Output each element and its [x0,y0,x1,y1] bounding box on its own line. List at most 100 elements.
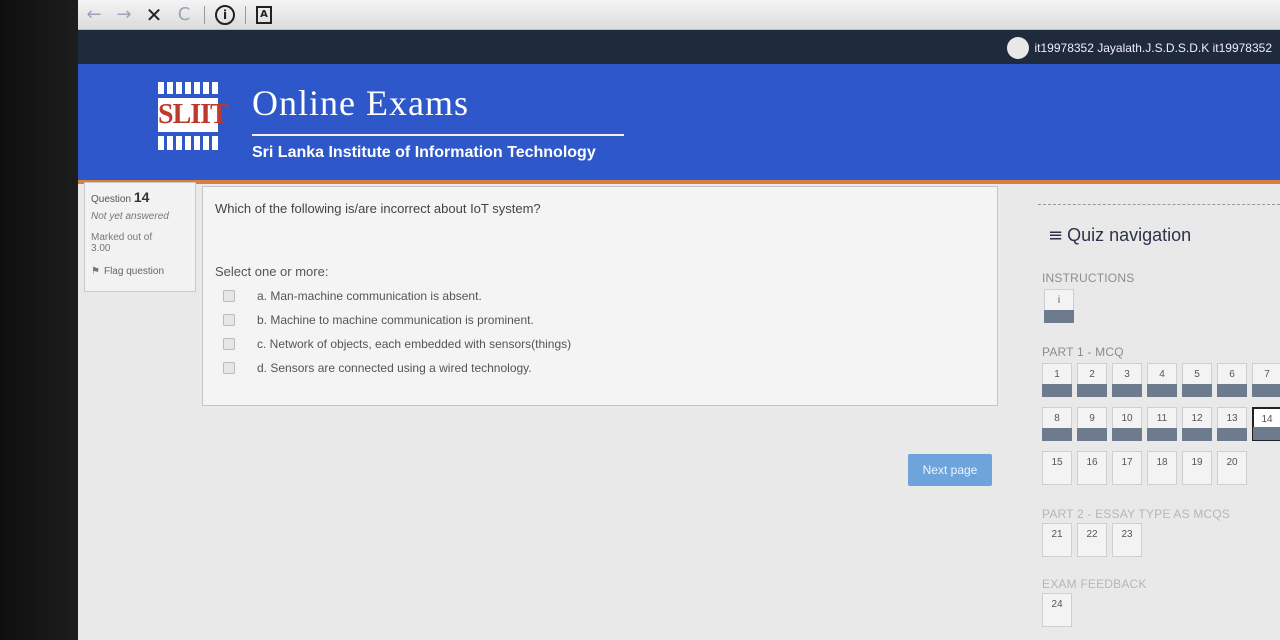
question-nav-number[interactable]: 18 [1156,457,1167,468]
question-nav-number[interactable]: 17 [1121,457,1132,468]
flag-question-link[interactable]: ⚑ Flag question [91,266,189,277]
question-nav-button-18[interactable]: 18 [1147,451,1177,485]
screen: ← → ✕ C i A it19978352 Jayalath.J.S.D.S.… [78,0,1280,640]
question-nav-button-4[interactable]: 4 [1147,363,1177,397]
question-nav-button-21[interactable]: 21 [1042,523,1072,557]
option-label[interactable]: d. Sensors are connected using a wired t… [257,361,532,375]
answer-status: Not yet answered [91,211,169,222]
next-page-button[interactable]: Next page [908,454,992,486]
button-bar [1112,384,1142,397]
instructions-button[interactable]: i [1044,289,1074,323]
button-bar [1182,384,1212,397]
option-checkbox[interactable] [223,290,235,302]
question-nav-number[interactable]: 2 [1089,369,1095,380]
question-nav-button-14[interactable]: 14 [1252,407,1280,441]
question-nav-number[interactable]: 19 [1191,457,1202,468]
question-nav-button-22[interactable]: 22 [1077,523,1107,557]
question-nav-number[interactable]: 11 [1157,413,1167,424]
browser-toolbar: ← → ✕ C i A [78,0,1280,30]
answer-option-a[interactable]: a. Man-machine communication is absent. [223,289,985,303]
question-label: Question [91,194,132,205]
instructions-button-label[interactable]: i [1058,295,1060,306]
question-nav-number[interactable]: 8 [1054,413,1060,424]
part2-label: PART 2 - ESSAY TYPE AS MCQS [1042,507,1231,521]
question-info-box: Question 14 Not yet answered Marked out … [84,182,196,292]
button-bar [1147,384,1177,397]
sliit-logo[interactable]: SLIIT [158,82,229,158]
button-bar [1217,428,1247,441]
option-label[interactable]: b. Machine to machine communication is p… [257,313,534,327]
question-nav-number[interactable]: 1 [1054,369,1060,380]
back-arrow-icon[interactable]: ← [84,4,104,25]
question-nav-number[interactable]: 3 [1124,369,1130,380]
question-nav-number[interactable]: 22 [1086,529,1097,540]
question-nav-button-7[interactable]: 7 [1252,363,1280,397]
user-name[interactable]: it19978352 Jayalath.J.S.D.S.D.K it199783… [1035,41,1273,55]
question-nav-number[interactable]: 20 [1226,457,1237,468]
part1-label: PART 1 - MCQ [1042,345,1124,359]
option-checkbox[interactable] [223,314,235,326]
question-nav-button-24[interactable]: 24 [1042,593,1072,627]
question-nav-button-13[interactable]: 13 [1217,407,1247,441]
option-checkbox[interactable] [223,362,235,374]
question-nav-number[interactable]: 4 [1159,369,1165,380]
document-icon[interactable]: A [256,5,272,24]
question-nav-button-16[interactable]: 16 [1077,451,1107,485]
marked-value: 3.00 [91,243,111,254]
answer-option-c[interactable]: c. Network of objects, each embedded wit… [223,337,985,351]
answer-option-d[interactable]: d. Sensors are connected using a wired t… [223,361,985,375]
exam-feedback-label: EXAM FEEDBACK [1042,577,1147,591]
question-nav-number[interactable]: 24 [1051,599,1062,610]
question-nav-button-10[interactable]: 10 [1112,407,1142,441]
question-nav-button-12[interactable]: 12 [1182,407,1212,441]
question-nav-number[interactable]: 21 [1051,529,1062,540]
user-menu[interactable]: it19978352 Jayalath.J.S.D.S.D.K it199783… [1006,36,1273,60]
question-nav-number[interactable]: 12 [1191,413,1202,424]
question-nav-button-1[interactable]: 1 [1042,363,1072,397]
option-checkbox[interactable] [223,338,235,350]
question-nav-button-2[interactable]: 2 [1077,363,1107,397]
option-label[interactable]: a. Man-machine communication is absent. [257,289,482,303]
answer-option-b[interactable]: b. Machine to machine communication is p… [223,313,985,327]
marked-label: Marked out of [91,232,153,243]
question-nav-number[interactable]: 5 [1194,369,1200,380]
question-nav-number[interactable]: 23 [1121,529,1132,540]
quiz-navigation-heading: Quiz navigation [1067,225,1192,245]
question-nav-number[interactable]: 13 [1226,413,1237,424]
reload-icon[interactable]: C [174,4,194,25]
question-nav-button-6[interactable]: 6 [1217,363,1247,397]
close-icon[interactable]: ✕ [144,3,164,27]
button-bar [1252,384,1280,397]
question-nav-button-8[interactable]: 8 [1042,407,1072,441]
question-nav-button-3[interactable]: 3 [1112,363,1142,397]
logo-pattern [158,82,218,94]
question-nav-button-17[interactable]: 17 [1112,451,1142,485]
question-nav-button-15[interactable]: 15 [1042,451,1072,485]
question-nav-number[interactable]: 15 [1051,457,1062,468]
avatar[interactable] [1006,37,1029,59]
question-nav-number[interactable]: 9 [1089,413,1095,424]
quiz-navigation-title: ≡ Quiz navigation [1048,225,1191,246]
question-nav-button-23[interactable]: 23 [1112,523,1142,557]
select-prompt: Select one or more: [215,264,329,279]
question-nav-number[interactable]: 7 [1264,369,1270,380]
question-content: Which of the following is/are incorrect … [202,186,998,406]
logo-pattern [158,136,218,150]
title-underline [252,134,624,136]
question-nav-number[interactable]: 16 [1086,457,1097,468]
question-nav-number[interactable]: 10 [1121,413,1132,424]
option-label[interactable]: c. Network of objects, each embedded wit… [257,337,571,351]
quiz-navigation: ≡ Quiz navigation INSTRUCTIONS i PART 1 -… [1038,204,1280,640]
flag-label[interactable]: Flag question [104,266,164,277]
forward-arrow-icon[interactable]: → [114,4,134,25]
flag-icon[interactable]: ⚑ [91,266,100,277]
question-nav-button-20[interactable]: 20 [1217,451,1247,485]
question-nav-number[interactable]: 14 [1261,414,1272,425]
question-nav-button-9[interactable]: 9 [1077,407,1107,441]
question-nav-button-5[interactable]: 5 [1182,363,1212,397]
site-title: Online Exams [252,83,469,123]
question-nav-button-19[interactable]: 19 [1182,451,1212,485]
question-nav-button-11[interactable]: 11 [1147,407,1177,441]
info-icon[interactable]: i [215,4,235,25]
question-nav-number[interactable]: 6 [1229,369,1235,380]
